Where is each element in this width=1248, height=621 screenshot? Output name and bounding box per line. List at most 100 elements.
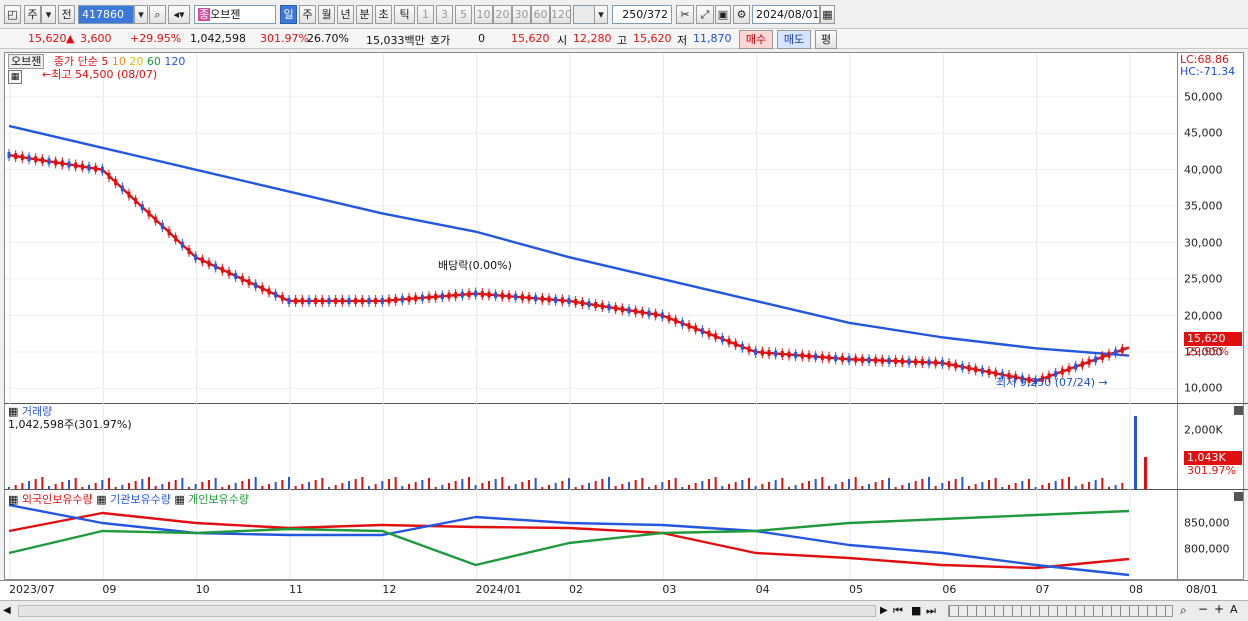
zoom-in-icon[interactable]: +: [1214, 602, 1224, 616]
zoom-ruler[interactable]: [948, 605, 1173, 617]
compare-button[interactable]: 전: [58, 5, 75, 24]
sell-button[interactable]: 매도: [777, 30, 811, 49]
candle-body: [620, 306, 624, 313]
calendar-icon[interactable]: ▦: [820, 5, 835, 24]
count-1[interactable]: 1: [417, 5, 434, 24]
candle-body: [720, 335, 724, 342]
holding-close-icon[interactable]: [1234, 492, 1243, 501]
volume-bar: [534, 478, 537, 489]
candle-body: [520, 294, 524, 301]
candle-body: [654, 311, 658, 318]
high-note: ←최고 54,500 (08/07): [42, 68, 158, 81]
period-month[interactable]: 월: [318, 5, 335, 24]
date-input[interactable]: 2024/08/01: [752, 5, 820, 24]
zoom-out-icon[interactable]: −: [1198, 602, 1208, 616]
count-30[interactable]: 30: [512, 5, 531, 24]
candle-body: [494, 292, 498, 299]
candle-body: [500, 292, 504, 299]
volume-bar: [921, 479, 924, 489]
candle-body: [867, 357, 871, 364]
speaker-icon[interactable]: ◂▾: [168, 5, 190, 24]
range-input[interactable]: 250/372: [612, 5, 672, 24]
volume-bar: [581, 485, 584, 489]
candle-body: [1074, 363, 1078, 370]
chevron-down-icon[interactable]: ▾: [41, 5, 56, 24]
candle-body: [40, 157, 44, 164]
candle-body: [674, 317, 678, 324]
volume-bar: [88, 485, 90, 489]
volume-bar: [254, 477, 257, 489]
toolbar: ◰ 주 ▾ 전 417860 ▾ ⌕ ◂▾ 종오브젠 일 주 월 년 분 초 틱…: [0, 0, 1248, 29]
volume-close-icon[interactable]: [1234, 406, 1243, 415]
flat-button[interactable]: 평: [815, 30, 837, 49]
period-second[interactable]: 초: [375, 5, 392, 24]
code-dropdown-icon[interactable]: ▾: [134, 5, 148, 24]
ma-120: 120: [164, 55, 186, 68]
volume-bar: [141, 479, 144, 489]
expand-icon[interactable]: ⤢: [696, 5, 714, 24]
candle-body: [400, 296, 404, 303]
period-tick[interactable]: 틱: [394, 5, 415, 24]
period-year[interactable]: 년: [337, 5, 354, 24]
buy-button[interactable]: 매수: [739, 30, 773, 49]
volume-bar: [48, 486, 50, 489]
magnifier-icon[interactable]: ⌕: [1180, 603, 1187, 618]
mode-select[interactable]: 주: [24, 5, 41, 24]
search-icon[interactable]: ⌕: [149, 5, 166, 24]
volume-bar: [594, 481, 597, 489]
candle-body: [474, 290, 478, 297]
scroll-left-icon[interactable]: ◀: [3, 605, 11, 616]
volume-tick-2000k: 2,000K: [1184, 423, 1223, 437]
volume-bar: [1041, 485, 1044, 489]
horizontal-scrollbar[interactable]: [18, 605, 876, 617]
count-5[interactable]: 5: [455, 5, 472, 24]
volume-bar: [314, 480, 317, 489]
candle-body: [214, 263, 218, 270]
period-week[interactable]: 주: [299, 5, 316, 24]
volume-bar: [521, 482, 524, 489]
volume-bar: [121, 485, 124, 489]
gear-icon[interactable]: ⚙: [733, 5, 750, 24]
high-label: 고: [617, 34, 628, 47]
stop-icon[interactable]: ■: [911, 604, 921, 617]
volume-bar: [1068, 477, 1070, 489]
volume-bar: [1001, 487, 1004, 489]
price-change: 3,600: [80, 32, 112, 45]
volume-bar: [708, 479, 710, 489]
count-120[interactable]: 120: [550, 5, 572, 24]
candle-body: [834, 355, 838, 362]
count-3[interactable]: 3: [436, 5, 453, 24]
volume-bar: [1008, 485, 1010, 489]
volume-bar: [901, 485, 904, 489]
grid-icon[interactable]: ▦: [8, 70, 22, 84]
volume-bar: [654, 485, 657, 489]
candle-body: [7, 152, 11, 159]
code-input[interactable]: 417860: [78, 5, 134, 24]
count-60[interactable]: 60: [531, 5, 550, 24]
count-dropdown-icon[interactable]: ▾: [594, 5, 608, 24]
volume-bar: [148, 477, 150, 489]
window-icon[interactable]: ◰: [4, 5, 21, 24]
scroll-right-icon[interactable]: ▶: [880, 605, 888, 616]
x-tick-label: 06: [942, 583, 957, 596]
candle-body: [314, 297, 318, 304]
volume-bar: [461, 479, 464, 489]
stock-label[interactable]: 오브젠: [8, 54, 45, 69]
font-size-icon[interactable]: A: [1230, 603, 1238, 616]
volume-bar: [94, 483, 97, 489]
scissors-icon[interactable]: ✂: [676, 5, 694, 24]
period-minute[interactable]: 분: [356, 5, 373, 24]
stock-name-field[interactable]: 종오브젠: [194, 5, 276, 24]
fast-forward-icon[interactable]: ⏭: [926, 604, 936, 618]
volume-bar: [374, 484, 377, 489]
count-20[interactable]: 20: [493, 5, 512, 24]
period-day[interactable]: 일: [280, 5, 297, 24]
rewind-icon[interactable]: ⏮: [893, 604, 903, 618]
candle-body: [840, 355, 844, 362]
open-price: 12,280: [573, 32, 612, 45]
candle-body: [594, 302, 598, 309]
volume-bar: [221, 487, 224, 489]
count-10[interactable]: 10: [474, 5, 493, 24]
save-icon[interactable]: ▣: [715, 5, 731, 24]
candle-body: [467, 291, 471, 298]
